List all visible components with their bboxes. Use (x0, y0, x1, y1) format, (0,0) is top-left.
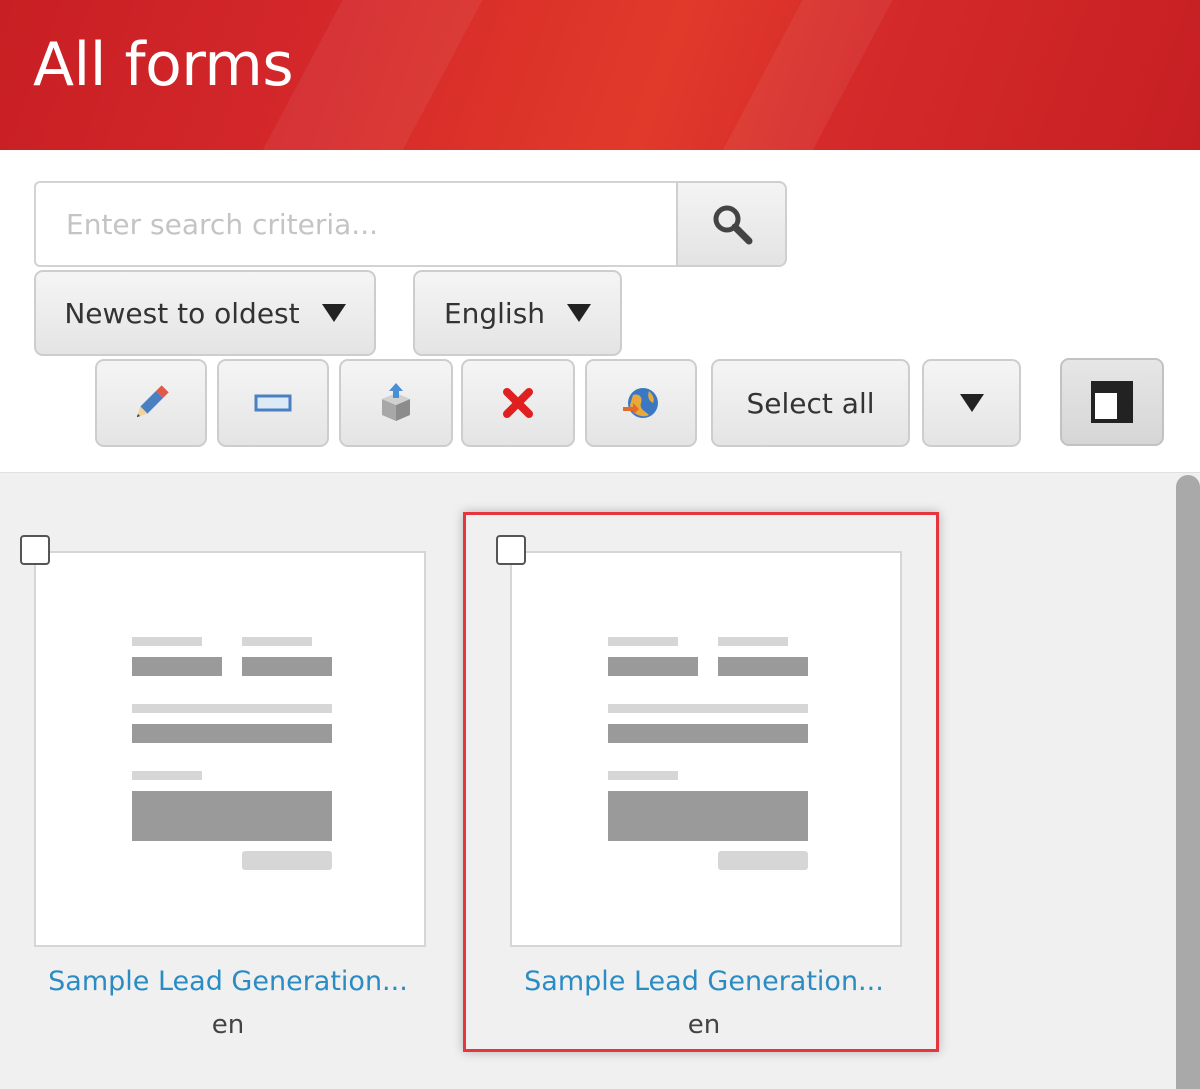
thumbnail-placeholder (608, 724, 808, 743)
rename-button[interactable] (217, 359, 329, 447)
thumbnail-placeholder (132, 791, 332, 841)
thumbnail-placeholder (132, 771, 202, 780)
thumbnail-placeholder (608, 791, 808, 841)
chevron-down-icon (959, 394, 984, 412)
thumbnail-placeholder (242, 637, 312, 646)
card-checkbox[interactable] (496, 535, 526, 565)
export-button[interactable] (339, 359, 453, 447)
form-thumbnail[interactable] (510, 551, 902, 947)
thumbnail-placeholder (132, 657, 222, 676)
scrollbar-thumb[interactable] (1176, 475, 1200, 1089)
sort-dropdown-label: Newest to oldest (64, 296, 300, 330)
search-button[interactable] (676, 181, 787, 267)
thumbnail-placeholder (608, 771, 678, 780)
header-streak (706, 0, 904, 150)
form-thumbnail[interactable] (34, 551, 426, 947)
thumbnail-placeholder (132, 704, 332, 713)
sort-dropdown[interactable]: Newest to oldest (34, 270, 376, 356)
form-name-link[interactable]: Sample Lead Generation... (504, 966, 904, 997)
search-input[interactable] (34, 181, 678, 267)
red-x-icon (503, 388, 533, 418)
thumbnail-placeholder (132, 724, 332, 743)
pencil-icon (136, 385, 169, 418)
delete-button[interactable] (461, 359, 575, 447)
thumbnail-placeholder (242, 657, 332, 676)
thumbnail-placeholder (608, 657, 698, 676)
translate-button[interactable] (585, 359, 697, 447)
form-language: en (687, 1010, 721, 1040)
language-dropdown-label: English (443, 296, 546, 330)
chevron-down-icon (567, 304, 592, 322)
magnifier-icon (713, 205, 752, 245)
language-dropdown[interactable]: English (413, 270, 622, 356)
layout-panel-icon (1091, 381, 1133, 423)
select-all-label: Select all (746, 386, 875, 420)
box-export-icon (382, 383, 410, 421)
thumbnail-placeholder (718, 851, 808, 870)
form-language: en (211, 1010, 245, 1040)
thumbnail-placeholder (718, 637, 788, 646)
chevron-down-icon (321, 304, 346, 322)
select-all-button[interactable]: Select all (711, 359, 910, 447)
view-toggle-button[interactable] (1060, 358, 1164, 446)
thumbnail-placeholder (718, 657, 808, 676)
thumbnail-placeholder (608, 704, 808, 713)
edit-button[interactable] (95, 359, 207, 447)
card-checkbox[interactable] (20, 535, 50, 565)
thumbnail-placeholder (132, 637, 202, 646)
more-actions-button[interactable] (922, 359, 1021, 447)
field-rectangle-icon (254, 394, 292, 412)
page-title: All forms (33, 30, 294, 100)
page-header: All forms (0, 0, 1200, 150)
globe-icon (623, 388, 658, 418)
form-name-link[interactable]: Sample Lead Generation... (28, 966, 428, 997)
thumbnail-placeholder (242, 851, 332, 870)
thumbnail-placeholder (608, 637, 678, 646)
